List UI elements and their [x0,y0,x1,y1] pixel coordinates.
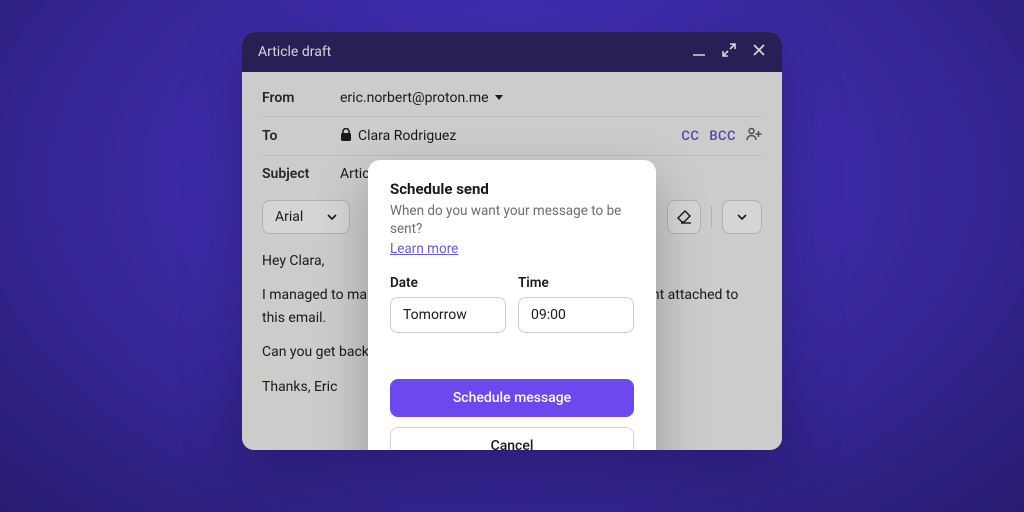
modal-hint: When do you want your message to be sent… [390,202,634,238]
modal-scrim: Schedule send When do you want your mess… [242,32,782,450]
time-input[interactable] [518,297,634,333]
cancel-button[interactable]: Cancel [390,427,634,450]
schedule-send-modal: Schedule send When do you want your mess… [368,160,656,450]
date-input[interactable] [390,297,506,333]
modal-title: Schedule send [390,180,634,198]
compose-window: Article draft From eric.norbert@proton.m… [242,32,782,450]
time-label: Time [518,275,634,291]
date-label: Date [390,275,506,291]
learn-more-link[interactable]: Learn more [390,241,458,257]
schedule-message-button[interactable]: Schedule message [390,379,634,417]
